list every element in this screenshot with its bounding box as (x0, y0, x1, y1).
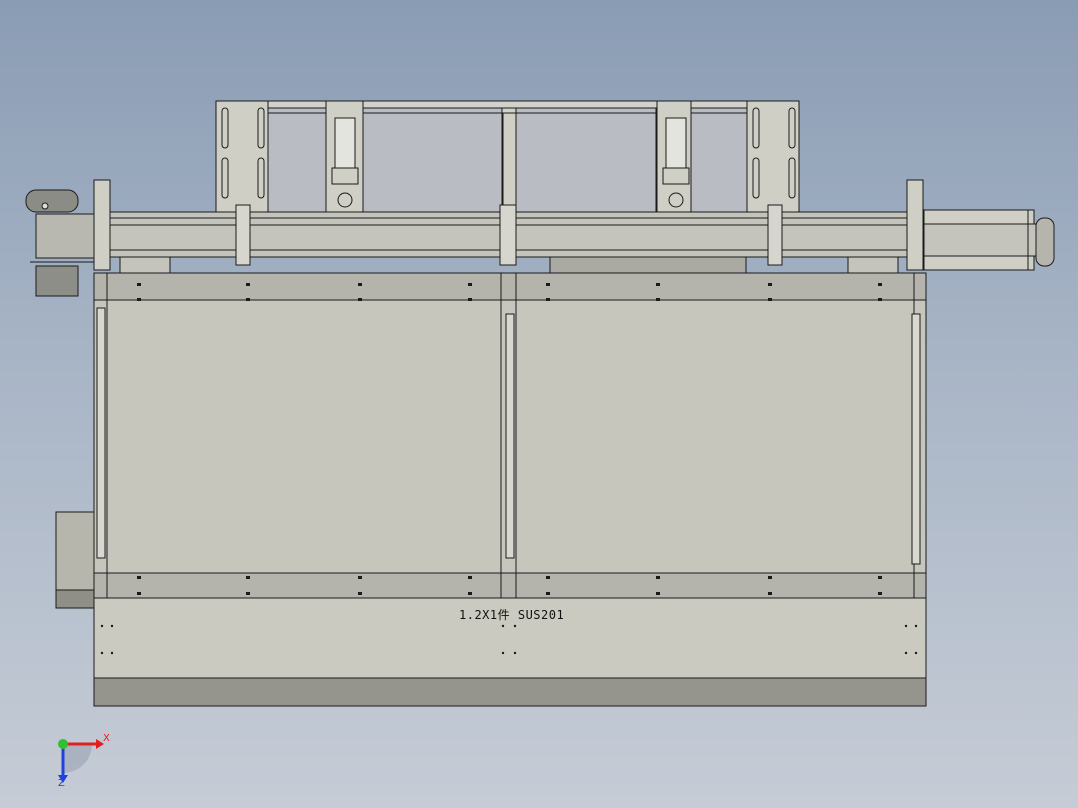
left-side-box (55, 511, 95, 609)
y-axis-dot (58, 739, 68, 749)
left-drive-motor (25, 189, 96, 297)
right-takeup (923, 209, 1055, 271)
top-frame (215, 100, 800, 214)
z-axis-label: Z (58, 778, 65, 789)
cad-viewport[interactable] (0, 0, 1078, 808)
part-annotation: 1.2X1件 SUS201 (459, 608, 565, 622)
x-axis-label: X (103, 733, 110, 744)
coordinate-triad[interactable] (58, 739, 104, 783)
hopper-panel (93, 272, 927, 599)
